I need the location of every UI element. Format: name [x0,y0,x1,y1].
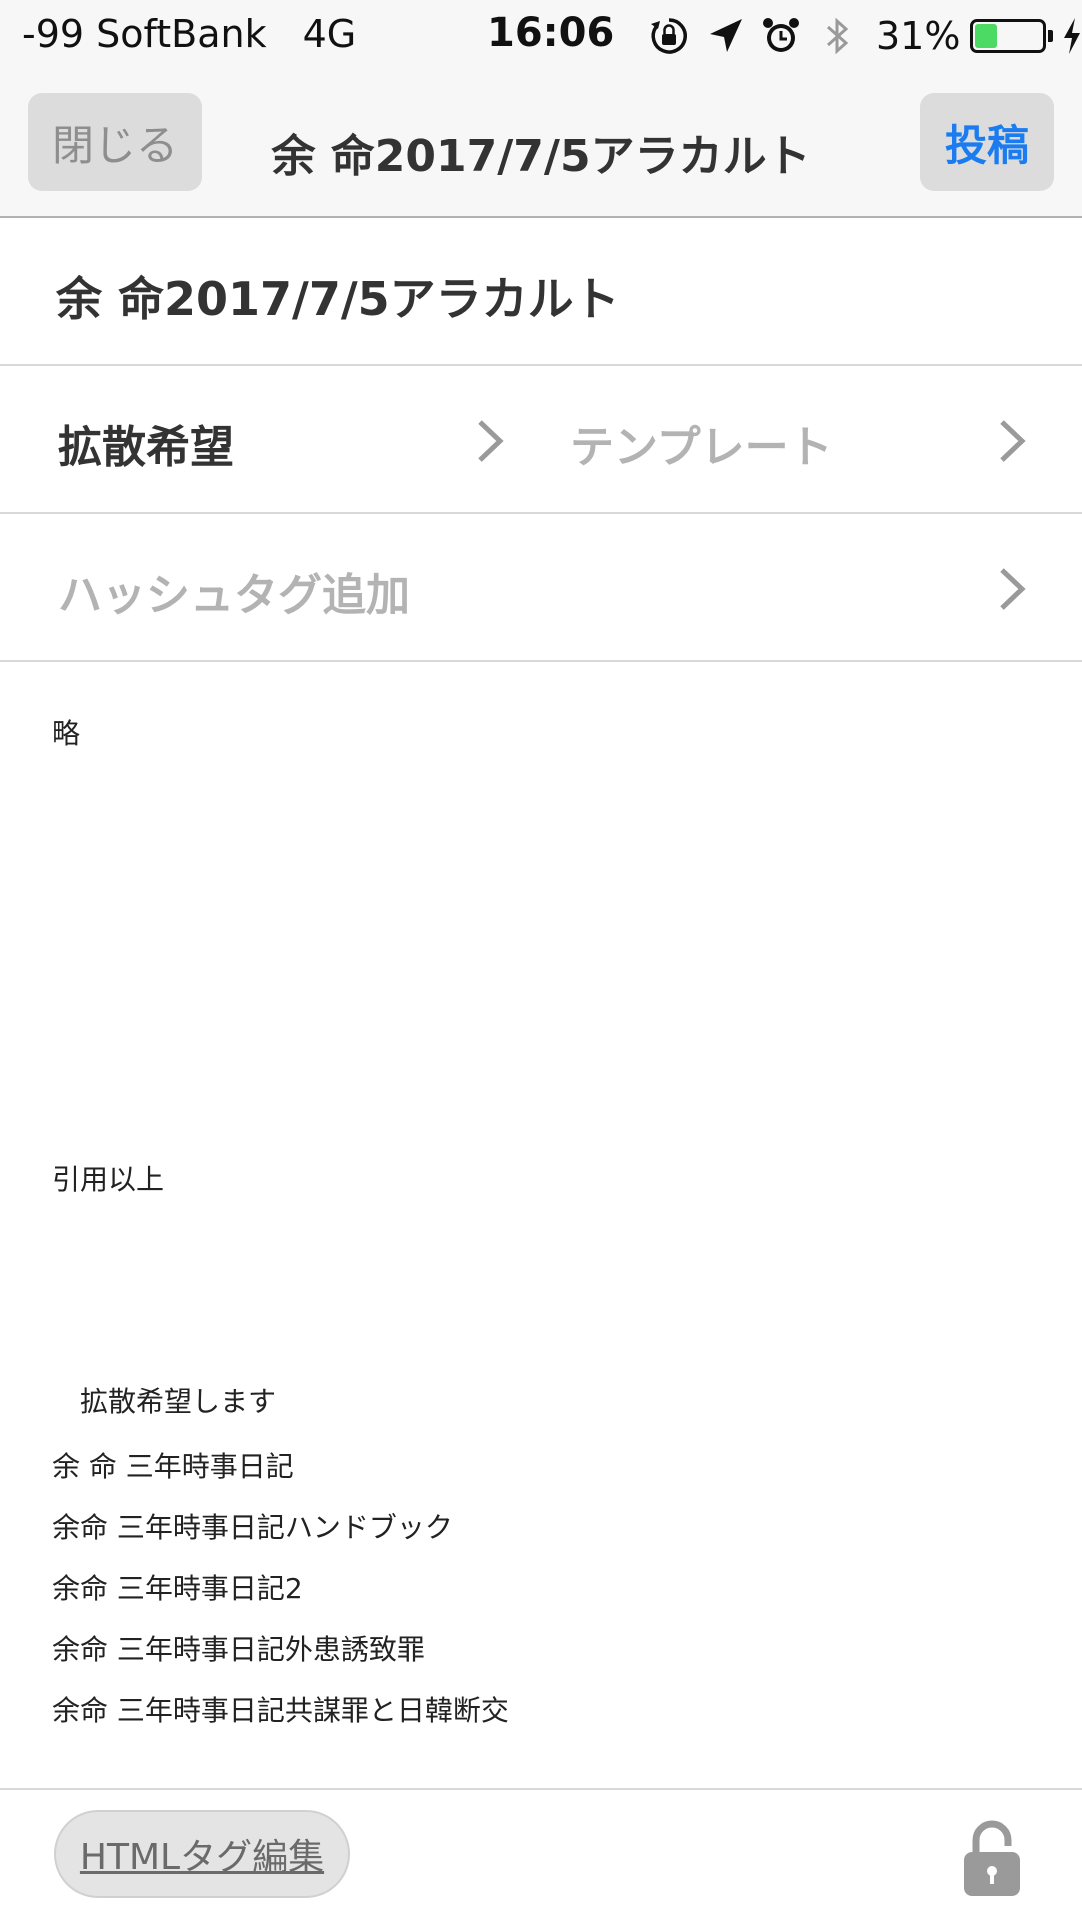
bluetooth-icon [827,17,849,55]
hashtag-add[interactable]: ハッシュタグ追加 [58,559,410,623]
charging-bolt-icon [1064,18,1081,54]
bottom-toolbar: HTMLタグ編集 [0,1788,1082,1920]
carrier-info: -99 SoftBank 4G [22,12,356,56]
options-row: 拡散希望 テンプレート [0,366,1082,514]
body-line: 余命 三年時事日記共謀罪と日韓断交 [52,1694,509,1727]
lock-icon[interactable] [958,1816,1026,1900]
carrier-name: -99 SoftBank [22,12,267,56]
template-select[interactable]: テンプレート [570,411,833,475]
clock: 16:06 [487,10,615,56]
battery-icon [970,19,1047,53]
hashtag-row[interactable]: ハッシュタグ追加 [0,514,1082,662]
location-arrow-icon [710,19,742,52]
battery-level [975,24,998,48]
chevron-right-icon[interactable] [996,416,1028,466]
body-line: 拡散希望します [52,1385,277,1418]
html-tag-edit-button[interactable]: HTMLタグ編集 [54,1810,350,1898]
body-line: 余命 三年時事日記ハンドブック [52,1511,453,1544]
body-line: 余命 三年時事日記外患誘致罪 [52,1633,425,1666]
chevron-right-icon[interactable] [474,416,506,466]
title-input-value[interactable]: 余 命2017/7/5アラカルト [56,263,620,329]
body-editor[interactable]: 略 引用以上 拡散希望します 余 命 三年時事日記 余命 三年時事日記ハンドブッ… [0,664,1082,1788]
body-line: 余 命 三年時事日記 [52,1450,294,1483]
nav-bar: 閉じる 余 命2017/7/5アラカルト 投稿 [0,72,1082,218]
post-button[interactable]: 投稿 [920,93,1054,191]
body-line: 余命 三年時事日記2 [52,1572,303,1605]
title-field[interactable]: 余 命2017/7/5アラカルト [0,218,1082,366]
battery-tip [1048,30,1054,42]
battery-percent: 31% [876,14,961,58]
status-bar: -99 SoftBank 4G 16:06 31% [0,0,1082,72]
orientation-lock-icon [651,18,687,54]
alarm-icon [763,18,799,52]
status-icons: 31% [648,12,1082,60]
network-type: 4G [302,12,357,56]
chevron-right-icon[interactable] [996,564,1028,614]
body-line: 略 [52,717,81,750]
body-line: 引用以上 [52,1163,165,1196]
diffusion-select[interactable]: 拡散希望 [58,411,234,475]
